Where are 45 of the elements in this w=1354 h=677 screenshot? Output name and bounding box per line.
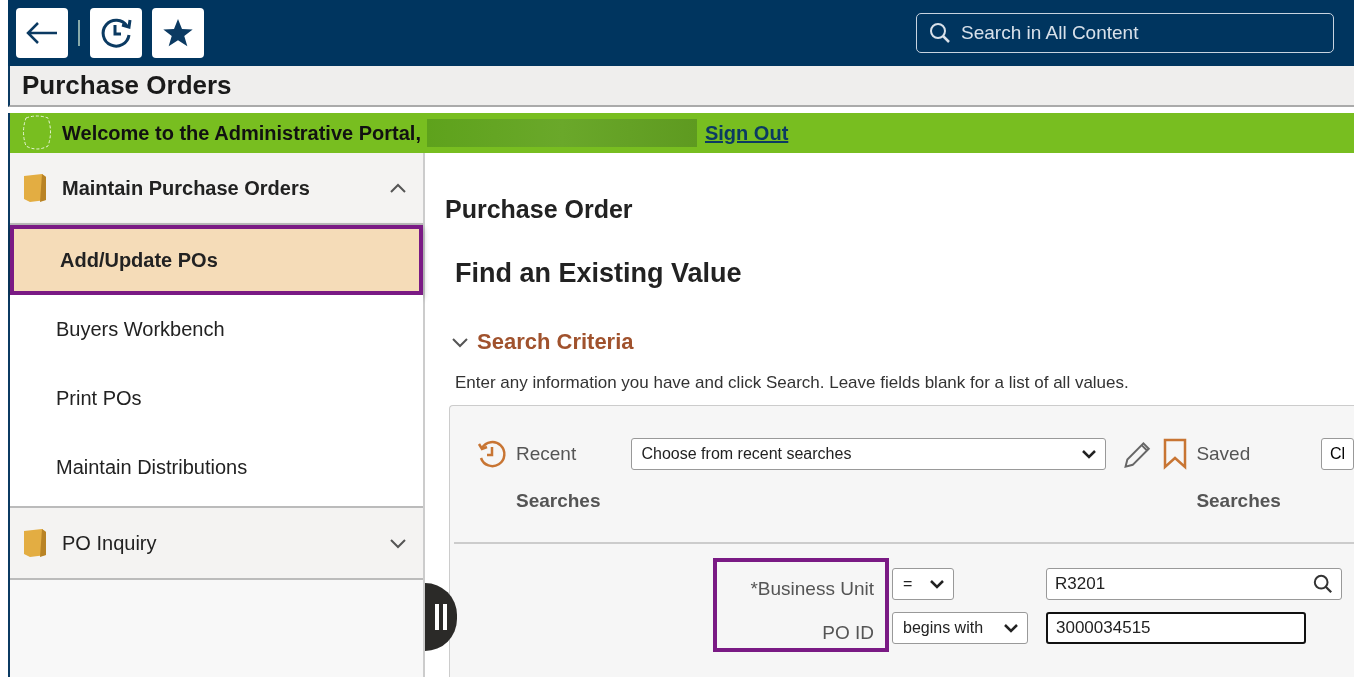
- search-field[interactable]: Search in All Content: [916, 13, 1334, 53]
- star-icon: [162, 17, 194, 49]
- expand-icon[interactable]: [389, 537, 407, 549]
- recent-searches-dropdown[interactable]: Choose from recent searches: [630, 438, 1106, 470]
- folder-icon: [22, 528, 48, 558]
- logo-outline-icon: [20, 114, 54, 152]
- searches-label: Searches: [1196, 490, 1281, 512]
- chevron-icon: [451, 336, 469, 348]
- group-label: Maintain Purchase Orders: [62, 176, 311, 200]
- search-icon[interactable]: [1313, 574, 1333, 594]
- caret-icon: [929, 579, 945, 589]
- collapse-icon[interactable]: [389, 182, 407, 194]
- page-title: Purchase Orders: [22, 70, 232, 101]
- folder-icon: [22, 173, 48, 203]
- welcome-message: Welcome to the Administrative Portal,: [62, 121, 421, 145]
- instructions-text: Enter any information you have and click Search. Leave fields blank for a list of all values.: [455, 373, 1130, 393]
- value-field[interactable]: 3000034515: [1046, 612, 1306, 644]
- sign-out-link[interactable]: Sign Out: [704, 121, 789, 145]
- sidebar-group[interactable]: PO Inquiry: [10, 508, 423, 580]
- recent-label: Recent: [516, 443, 577, 465]
- operator-dropdown[interactable]: =: [892, 568, 954, 600]
- history-icon[interactable]: [476, 438, 508, 470]
- field-label: *Business Unit: [750, 578, 874, 600]
- clear-button[interactable]: Cl: [1320, 438, 1354, 470]
- bookmark-icon[interactable]: [1162, 438, 1189, 470]
- recent-history-button[interactable]: [90, 8, 142, 58]
- favorites-button[interactable]: [152, 8, 204, 58]
- searches-label: Searches: [516, 490, 601, 512]
- caret-icon: [1081, 449, 1097, 459]
- search-icon: [929, 22, 951, 44]
- operator-dropdown[interactable]: begins with: [892, 612, 1028, 644]
- value-field[interactable]: R3201: [1046, 568, 1342, 600]
- back-button[interactable]: [16, 8, 68, 58]
- component-title: Purchase Order: [445, 195, 634, 224]
- sidebar-item[interactable]: Add/Update POs: [10, 225, 423, 295]
- history-icon: [99, 16, 133, 50]
- saved-label: Saved: [1196, 443, 1251, 465]
- search-criteria-toggle[interactable]: Search Criteria: [451, 329, 634, 355]
- back-arrow-icon: [25, 21, 59, 45]
- page-heading: Find an Existing Value: [455, 258, 743, 289]
- group-label: PO Inquiry: [62, 531, 158, 555]
- field-label: PO ID: [822, 622, 874, 644]
- sidebar-group[interactable]: Maintain Purchase Orders: [10, 153, 423, 225]
- caret-icon: [1003, 623, 1019, 633]
- search-input[interactable]: Search in All Content: [959, 21, 1321, 45]
